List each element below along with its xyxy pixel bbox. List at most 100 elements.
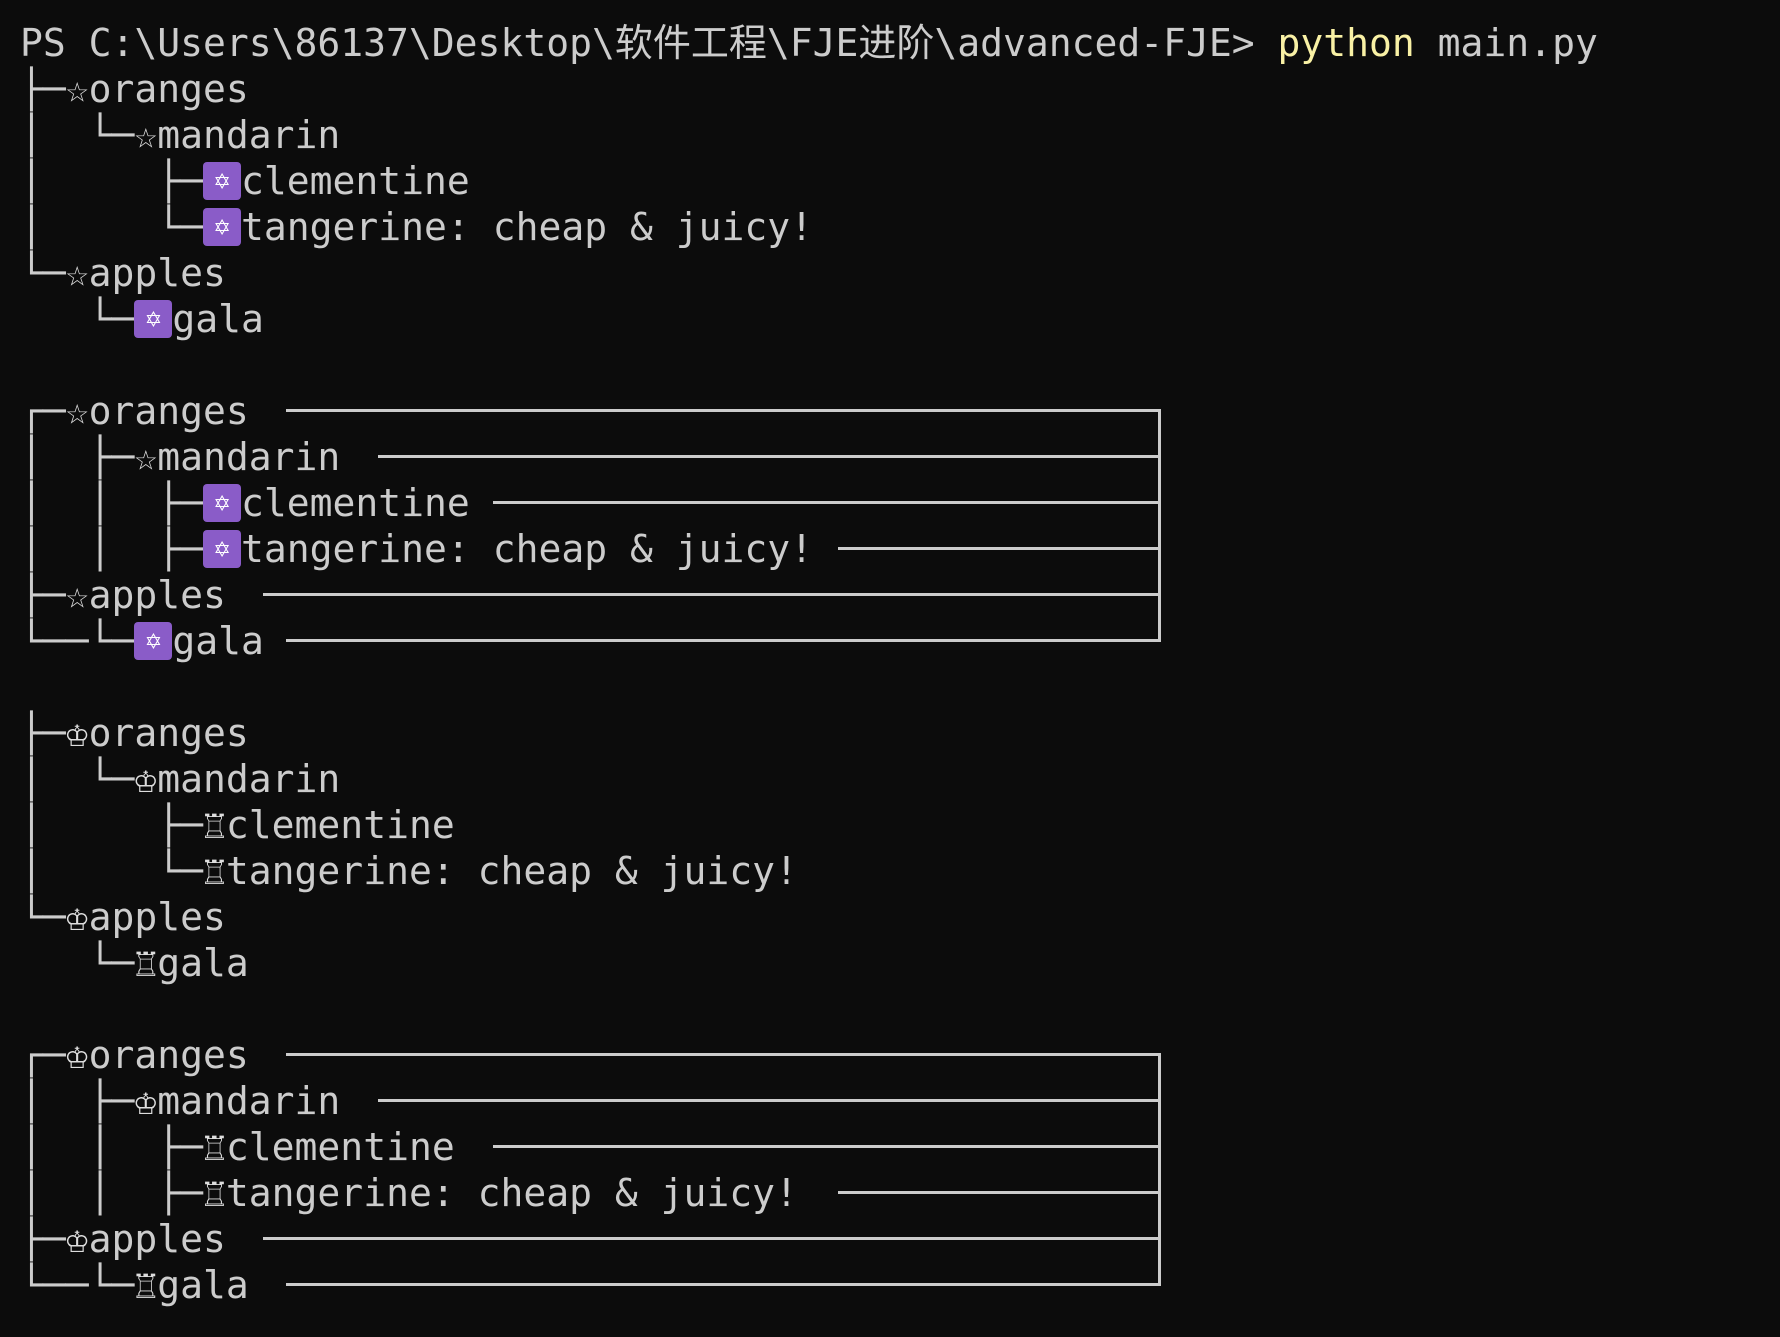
tree-branch-prefix: │ │ ├─ bbox=[20, 527, 204, 571]
tree-branch-prefix: │ └─ bbox=[20, 849, 204, 893]
tree-branch-prefix: │ │ ├─ bbox=[20, 1125, 204, 1169]
rook-icon: ♖ bbox=[134, 1263, 158, 1307]
tree-node-label: oranges bbox=[88, 389, 249, 433]
prompt-argument: main.py bbox=[1414, 21, 1598, 65]
tree-node-tangerine: │ │ ├─♖tangerine: cheap & juicy! bbox=[20, 1170, 798, 1216]
rectangle-rule bbox=[493, 1145, 1158, 1148]
tree-node-label: gala bbox=[157, 1263, 249, 1307]
tree-node-oranges: ┌─♔oranges bbox=[20, 1032, 249, 1078]
tree-branch-prefix: └─ bbox=[20, 941, 135, 985]
tree-node-label: mandarin bbox=[157, 435, 341, 479]
tree-branch-prefix: ┌─ bbox=[20, 389, 66, 433]
tree-branch-prefix: ├─ bbox=[20, 67, 66, 111]
tree-node-apples: ├─☆apples bbox=[20, 572, 226, 618]
tree-branch-prefix: └──└─ bbox=[20, 1263, 135, 1307]
rectangle-rule bbox=[378, 455, 1158, 458]
prompt-path: PS C:\Users\86137\Desktop\软件工程\FJE进阶\adv… bbox=[20, 21, 1278, 65]
tree-node-label: oranges bbox=[88, 711, 249, 755]
tree-node-mandarin: │ └─♔mandarin bbox=[20, 756, 340, 802]
king-icon: ♔ bbox=[65, 711, 89, 755]
tree-node-gala: └──└─ ✡ gala bbox=[20, 618, 264, 664]
tree-node-label: clementine bbox=[241, 159, 470, 203]
rook-icon: ♖ bbox=[134, 941, 158, 985]
tree-node-label: apples bbox=[88, 251, 226, 295]
tree-branch-prefix: │ └─ bbox=[20, 113, 135, 157]
tree-node-apples: ├─♔apples bbox=[20, 1216, 226, 1262]
prompt-command: python bbox=[1277, 21, 1415, 65]
star-icon: ☆ bbox=[65, 67, 89, 111]
tree-node-label: tangerine: cheap & juicy! bbox=[241, 527, 813, 571]
tree-node-clementine: │ ├─ ✡ clementine bbox=[20, 158, 470, 204]
tree-node-label: gala bbox=[172, 619, 264, 663]
rectangle-rule bbox=[286, 1283, 1158, 1286]
tree-branch-prefix: │ └─ bbox=[20, 757, 135, 801]
rectangle-rule bbox=[286, 1053, 1158, 1056]
tree-node-clementine: │ │ ├─♖clementine bbox=[20, 1124, 455, 1170]
star-icon: ☆ bbox=[134, 113, 158, 157]
tree-node-clementine: │ ├─♖clementine bbox=[20, 802, 455, 848]
tree-node-mandarin: │ ├─☆mandarin bbox=[20, 434, 340, 480]
tree-branch-prefix: ├─ bbox=[20, 1217, 66, 1261]
king-icon: ♔ bbox=[65, 895, 89, 939]
tree-node-label: tangerine: cheap & juicy! bbox=[225, 849, 798, 893]
king-icon: ♔ bbox=[65, 1033, 89, 1077]
tree-node-label: mandarin bbox=[157, 113, 341, 157]
tree-node-label: clementine bbox=[241, 481, 470, 525]
tree-node-label: oranges bbox=[88, 1033, 249, 1077]
rectangle-rule bbox=[286, 409, 1158, 412]
tree-node-label: oranges bbox=[88, 67, 249, 111]
tree-branch-prefix: │ │ ├─ bbox=[20, 481, 204, 525]
tree-node-tangerine: │ └─ ✡ tangerine: cheap & juicy! bbox=[20, 204, 813, 250]
tree-node-mandarin: │ └─☆mandarin bbox=[20, 112, 340, 158]
star-icon: ☆ bbox=[65, 251, 89, 295]
tree-branch-prefix: │ ├─ bbox=[20, 159, 204, 203]
tree-branch-prefix: └──└─ bbox=[20, 619, 135, 663]
tree-branch-prefix: └─ bbox=[20, 297, 135, 341]
tree-node-gala: └─♖gala bbox=[20, 940, 249, 986]
tree-node-clementine: │ │ ├─ ✡ clementine bbox=[20, 480, 470, 526]
tree-node-label: gala bbox=[157, 941, 249, 985]
tree-node-tangerine: │ └─♖tangerine: cheap & juicy! bbox=[20, 848, 798, 894]
tree-node-oranges: ┌─☆oranges bbox=[20, 388, 249, 434]
king-icon: ♔ bbox=[65, 1217, 89, 1261]
leaf-badge-icon: ✡ bbox=[203, 529, 242, 568]
tree-branch-prefix: │ │ ├─ bbox=[20, 1171, 204, 1215]
tree-node-label: mandarin bbox=[157, 1079, 341, 1123]
prompt-line: PS C:\Users\86137\Desktop\软件工程\FJE进阶\adv… bbox=[20, 20, 1598, 66]
tree-node-label: mandarin bbox=[157, 757, 341, 801]
tree-node-label: tangerine: cheap & juicy! bbox=[225, 1171, 798, 1215]
tree-node-label: clementine bbox=[225, 1125, 455, 1169]
tree-node-mandarin: │ ├─♔mandarin bbox=[20, 1078, 340, 1124]
tree-branch-prefix: ├─ bbox=[20, 573, 66, 617]
tree-node-tangerine: │ │ ├─ ✡ tangerine: cheap & juicy! bbox=[20, 526, 813, 572]
rectangle-rule bbox=[263, 593, 1158, 596]
rectangle-rule bbox=[493, 501, 1158, 504]
tree-branch-prefix: │ └─ bbox=[20, 205, 204, 249]
rook-icon: ♖ bbox=[203, 803, 226, 847]
tree-branch-prefix: ┌─ bbox=[20, 1033, 66, 1077]
tree-node-apples: └─♔apples bbox=[20, 894, 226, 940]
tree-branch-prefix: └─ bbox=[20, 895, 66, 939]
rectangle-rule bbox=[263, 1237, 1158, 1240]
tree-node-label: tangerine: cheap & juicy! bbox=[241, 205, 813, 249]
tree-node-gala: └──└─♖gala bbox=[20, 1262, 249, 1308]
tree-branch-prefix: │ ├─ bbox=[20, 803, 204, 847]
tree-node-label: clementine bbox=[225, 803, 455, 847]
tree-node-oranges: ├─♔oranges bbox=[20, 710, 249, 756]
leaf-badge-icon: ✡ bbox=[203, 207, 242, 246]
rectangle-right-border bbox=[1158, 409, 1161, 642]
king-icon: ♔ bbox=[134, 1079, 158, 1123]
rectangle-rule bbox=[286, 639, 1158, 642]
leaf-badge-icon: ✡ bbox=[134, 299, 173, 338]
tree-branch-prefix: ├─ bbox=[20, 711, 66, 755]
tree-branch-prefix: └─ bbox=[20, 251, 66, 295]
rectangle-rule bbox=[838, 547, 1158, 550]
rook-icon: ♖ bbox=[203, 1171, 226, 1215]
leaf-badge-icon: ✡ bbox=[134, 621, 173, 660]
tree-node-label: apples bbox=[88, 895, 226, 939]
king-icon: ♔ bbox=[134, 757, 158, 801]
tree-node-oranges: ├─☆oranges bbox=[20, 66, 249, 112]
tree-node-label: apples bbox=[88, 573, 226, 617]
tree-branch-prefix: │ ├─ bbox=[20, 1079, 135, 1123]
terminal-window[interactable]: PS C:\Users\86137\Desktop\软件工程\FJE进阶\adv… bbox=[20, 20, 1760, 1320]
